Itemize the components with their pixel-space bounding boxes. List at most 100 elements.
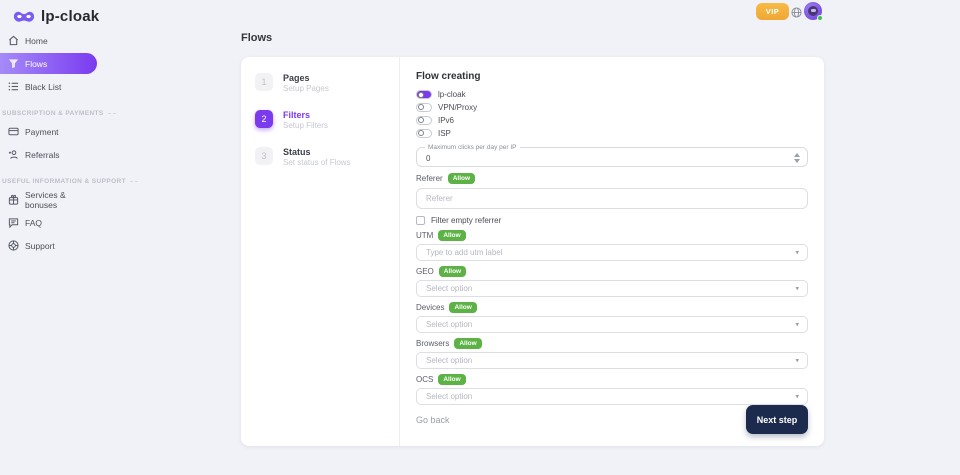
browsers-select[interactable]: Select option ▾: [416, 352, 808, 369]
step-pages[interactable]: 1 Pages Setup Pages: [255, 73, 385, 94]
sidebar: Home Flows Black List SUBSCRIPTION & PAY…: [0, 30, 100, 258]
chevron-down-icon: ▾: [795, 392, 799, 400]
toggle-label: lp-cloak: [438, 90, 466, 99]
sidebar-item-home[interactable]: Home: [0, 30, 100, 51]
step-status[interactable]: 3 Status Set status of Flows: [255, 147, 385, 168]
sidebar-item-services[interactable]: Services & bonuses: [0, 189, 100, 210]
toggle-label: VPN/Proxy: [438, 103, 477, 112]
geo-select[interactable]: Select option ▾: [416, 280, 808, 297]
ocs-select[interactable]: Select option ▾: [416, 388, 808, 405]
step-title: Filters: [283, 110, 328, 121]
devices-field-group: Devices Allow Select option ▾: [416, 297, 808, 333]
go-back-button[interactable]: Go back: [416, 413, 450, 427]
brand-name: lp-cloak: [41, 8, 99, 25]
stepper-down-icon[interactable]: [794, 159, 800, 163]
toggle-isp[interactable]: ISP: [416, 128, 808, 138]
sidebar-section-subscription: SUBSCRIPTION & PAYMENTS: [2, 110, 100, 117]
chevron-down-icon: ▾: [795, 284, 799, 292]
geo-field-group: GEO Allow Select option ▾: [416, 261, 808, 297]
sidebar-item-label: Home: [25, 36, 48, 46]
geo-label: GEO: [416, 267, 434, 276]
chat-icon: [8, 217, 19, 228]
page-title: Flows: [241, 32, 272, 44]
browsers-label: Browsers: [416, 339, 449, 348]
toggle-switch[interactable]: [416, 129, 432, 138]
language-globe-icon[interactable]: [791, 5, 802, 16]
step-number: 3: [255, 147, 273, 165]
sidebar-item-flows[interactable]: Flows: [0, 53, 97, 74]
utm-allow-badge[interactable]: Allow: [438, 230, 465, 241]
geo-allow-badge[interactable]: Allow: [439, 266, 466, 277]
app-root: lp-cloak VIP Home Flows Black List: [0, 0, 960, 475]
sidebar-item-payment[interactable]: Payment: [0, 121, 100, 142]
sidebar-item-label: Services & bonuses: [25, 190, 92, 210]
form-title: Flow creating: [416, 71, 808, 82]
step-filters[interactable]: 2 Filters Setup Filters: [255, 110, 385, 131]
sidebar-item-label: FAQ: [25, 218, 42, 228]
mask-logo-icon: [13, 10, 35, 23]
toggle-switch[interactable]: [416, 90, 432, 99]
step-title: Pages: [283, 73, 329, 84]
step-number: 2: [255, 110, 273, 128]
ocs-allow-badge[interactable]: Allow: [438, 374, 465, 385]
chevron-down-icon: ▾: [795, 248, 799, 256]
step-title: Status: [283, 147, 351, 158]
filter-empty-referrer-checkbox[interactable]: [416, 216, 425, 225]
steps-column: 1 Pages Setup Pages 2 Filters Setup Filt…: [241, 57, 399, 446]
number-stepper[interactable]: [794, 153, 800, 163]
sidebar-section-information: USEFUL INFORMATION & SUPPORT: [2, 178, 100, 185]
gift-icon: [8, 194, 19, 205]
devices-label: Devices: [416, 303, 444, 312]
toggle-label: IPv6: [438, 116, 454, 125]
referer-label-row: Referer Allow: [416, 173, 808, 184]
filters-form: Flow creating lp-cloak VPN/Proxy IPv6 IS…: [400, 57, 824, 446]
utm-select[interactable]: Type to add utm label ▾: [416, 244, 808, 261]
ocs-label: OCS: [416, 375, 433, 384]
sidebar-item-referrals[interactable]: Referrals: [0, 144, 100, 165]
avatar-face: [808, 6, 818, 16]
lifebuoy-icon: [8, 240, 19, 251]
max-clicks-field: Maximum clicks per day per IP: [416, 147, 808, 167]
toggle-switch[interactable]: [416, 116, 432, 125]
utm-label: UTM: [416, 231, 433, 240]
devices-select[interactable]: Select option ▾: [416, 316, 808, 333]
toggle-vpn-proxy[interactable]: VPN/Proxy: [416, 102, 808, 112]
browsers-allow-badge[interactable]: Allow: [454, 338, 481, 349]
brand-logo[interactable]: lp-cloak: [13, 8, 99, 25]
utm-field-group: UTM Allow Type to add utm label ▾: [416, 225, 808, 261]
next-step-button[interactable]: Next step: [746, 405, 808, 434]
toggle-label: ISP: [438, 129, 451, 138]
referer-allow-badge[interactable]: Allow: [448, 173, 475, 184]
referer-input[interactable]: [416, 188, 808, 208]
referer-label: Referer: [416, 174, 443, 183]
user-avatar[interactable]: [804, 2, 822, 20]
sidebar-item-support[interactable]: Support: [0, 235, 100, 256]
devices-allow-badge[interactable]: Allow: [449, 302, 476, 313]
browsers-field-group: Browsers Allow Select option ▾: [416, 333, 808, 369]
checkbox-label: Filter empty referrer: [431, 216, 501, 225]
toggle-switch[interactable]: [416, 103, 432, 112]
vip-button[interactable]: VIP: [756, 3, 789, 20]
max-clicks-input[interactable]: [417, 149, 807, 167]
step-number: 1: [255, 73, 273, 91]
sidebar-item-label: Payment: [25, 127, 59, 137]
home-icon: [8, 35, 19, 46]
toggle-ipv6[interactable]: IPv6: [416, 115, 808, 125]
sidebar-item-faq[interactable]: FAQ: [0, 212, 100, 233]
flow-creation-card: 1 Pages Setup Pages 2 Filters Setup Filt…: [241, 57, 824, 446]
sidebar-item-label: Black List: [25, 82, 61, 92]
step-subtitle: Setup Filters: [283, 121, 328, 131]
sidebar-item-label: Referrals: [25, 150, 59, 160]
list-icon: [8, 81, 19, 92]
chevron-down-icon: ▾: [795, 356, 799, 364]
ocs-field-group: OCS Allow Select option ▾: [416, 369, 808, 405]
filter-empty-referrer-row[interactable]: Filter empty referrer: [416, 216, 808, 225]
toggle-lp-cloak[interactable]: lp-cloak: [416, 89, 808, 99]
stepper-up-icon[interactable]: [794, 153, 800, 157]
referral-user-icon: [8, 149, 19, 160]
toggle-group: lp-cloak VPN/Proxy IPv6 ISP: [416, 89, 808, 141]
sidebar-item-label: Support: [25, 241, 55, 251]
form-actions: Go back Next step: [416, 405, 808, 434]
flows-icon: [8, 58, 19, 69]
sidebar-item-black-list[interactable]: Black List: [0, 76, 100, 97]
